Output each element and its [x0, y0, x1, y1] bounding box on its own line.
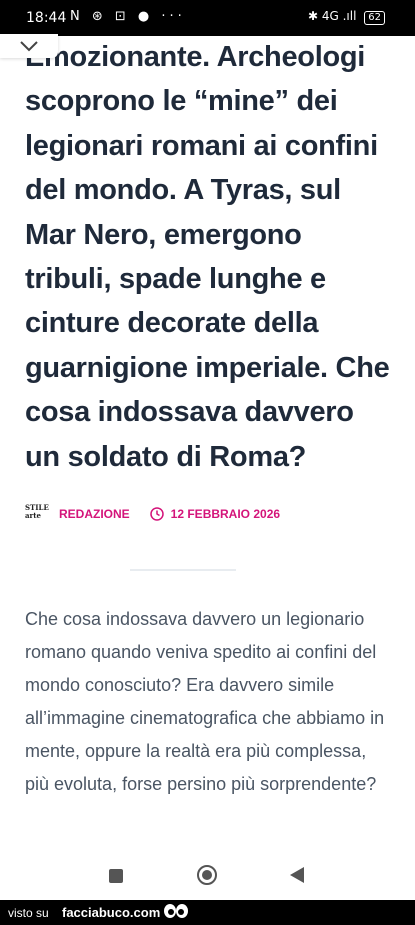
chevron-down-icon — [20, 41, 38, 52]
android-nav-bar — [0, 850, 415, 900]
article: Emozionante. Archeologi scoprono le “min… — [25, 0, 395, 850]
article-headline: Emozionante. Archeologi scoprono le “min… — [25, 41, 390, 473]
divider — [130, 569, 236, 571]
article-lead-paragraph: Che cosa indossava davvero un legionario… — [25, 609, 385, 794]
watermark-bar: visto su facciabuco.com — [0, 900, 415, 925]
home-icon[interactable] — [196, 864, 218, 886]
article-meta: STILE arte REDAZIONE 12 FEBBRAIO 2026 — [25, 502, 280, 526]
back-icon[interactable] — [289, 866, 305, 884]
collapse-header-button[interactable] — [0, 34, 58, 58]
author-link[interactable]: REDAZIONE — [59, 507, 130, 521]
clock-icon — [149, 507, 164, 521]
visto-label: visto su — [8, 906, 49, 920]
publish-date: 12 FEBBRAIO 2026 — [170, 507, 281, 521]
publisher-logo: STILE arte — [25, 504, 51, 524]
publisher-logo-text: STILE arte — [25, 503, 49, 520]
eyes-logo-icon — [164, 904, 188, 918]
site-name: facciabuco.com — [62, 905, 161, 920]
recent-apps-icon[interactable] — [108, 868, 124, 884]
